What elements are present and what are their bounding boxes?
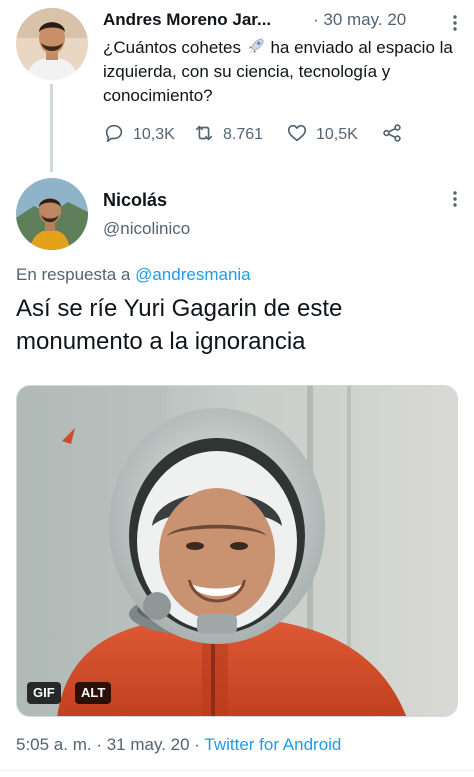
share-button[interactable] (381, 123, 403, 147)
media-gif[interactable]: GIF ALT (16, 385, 458, 717)
meta-separator: · (189, 735, 205, 754)
parent-text-part1: ¿Cuántos cohetes (103, 38, 241, 57)
reply-mention-link[interactable]: @andresmania (135, 265, 251, 284)
retweet-button[interactable]: 8.761 (193, 123, 263, 147)
divider (0, 770, 474, 771)
tweet-date[interactable]: 31 may. 20 (107, 735, 190, 754)
tweet-time[interactable]: 5:05 a. m. (16, 735, 92, 754)
reply-author-handle[interactable]: @nicolinico (103, 219, 190, 239)
more-dots-icon[interactable] (452, 190, 458, 208)
rocket-icon (246, 38, 271, 57)
parent-action-bar: 10,3K 8.761 10,5K (103, 123, 413, 147)
parent-author-avatar[interactable] (16, 8, 88, 80)
alt-text-button[interactable]: ALT (75, 682, 112, 704)
reply-prefix: En respuesta a (16, 265, 131, 284)
gif-badge: GIF (27, 682, 61, 704)
heart-icon (286, 122, 308, 149)
share-icon (381, 122, 403, 149)
replying-to: En respuesta a @andresmania (16, 265, 251, 285)
parent-tweet-text: ¿Cuántos cohetes ha enviado al espacio l… (103, 36, 453, 108)
parent-author-name[interactable]: Andres Moreno Jar... (103, 10, 271, 29)
more-dots-icon[interactable] (452, 14, 458, 32)
reply-button[interactable]: 10,3K (103, 123, 175, 147)
reply-author-name[interactable]: Nicolás (103, 190, 167, 211)
reply-author-avatar[interactable] (16, 178, 88, 250)
tweet-metadata: 5:05 a. m. · 31 may. 20 · Twitter for An… (16, 735, 341, 755)
tweet-source-link[interactable]: Twitter for Android (204, 735, 341, 754)
reply-icon (103, 122, 125, 149)
thread-line (50, 84, 53, 172)
retweet-count: 8.761 (223, 126, 264, 143)
parent-tweet[interactable]: Andres Moreno Jar... · 30 may. 20 ¿Cuánt… (0, 0, 474, 172)
parent-header: Andres Moreno Jar... · 30 may. 20 (103, 10, 463, 32)
reply-count: 10,3K (133, 126, 175, 143)
gif-frame-image (17, 386, 457, 716)
like-button[interactable]: 10,5K (286, 123, 358, 147)
meta-separator: · (91, 735, 107, 754)
reply-tweet-text: Así se ríe Yuri Gagarin de este monument… (16, 295, 343, 355)
retweet-icon (193, 122, 215, 149)
like-count: 10,5K (316, 126, 358, 143)
parent-date[interactable]: · 30 may. 20 (313, 10, 406, 30)
